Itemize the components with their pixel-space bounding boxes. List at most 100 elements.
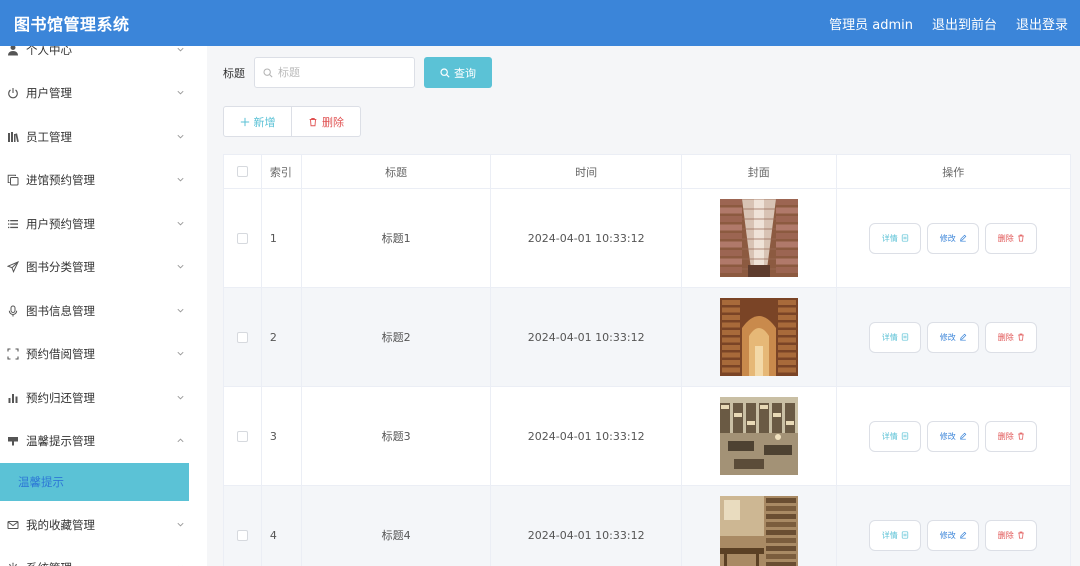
- query-button-label: 查询: [454, 66, 476, 80]
- row-delete-button-label: 删除: [997, 431, 1014, 441]
- search-icon: [440, 67, 450, 78]
- edit-button-label: 修改: [939, 530, 956, 540]
- row-checkbox[interactable]: [236, 529, 248, 541]
- row-title: 标题2: [302, 288, 492, 386]
- sidebar: 个人中心 用户管理员工管理进馆预约管理 用户预约管理图书分类管理图书信息管理预约借阅…: [0, 46, 207, 566]
- trash-icon: [1017, 531, 1024, 539]
- chevron-down-icon: [176, 393, 186, 403]
- edit-icon: [959, 432, 967, 440]
- add-button[interactable]: 新增: [223, 106, 292, 137]
- cover-image: [719, 397, 798, 475]
- sidebar-item-5[interactable]: 图书分类管理: [0, 246, 207, 290]
- sidebar-item-label: 系统管理: [26, 560, 72, 566]
- row-time: 2024-04-01 10:33:12: [491, 189, 682, 287]
- row-checkbox-cell: [224, 189, 262, 287]
- edit-button[interactable]: 修改: [927, 222, 980, 254]
- sidebar-item-4[interactable]: 用户预约管理: [0, 202, 207, 246]
- column-header-cover: 封面: [682, 155, 837, 188]
- row-cover-cell: [682, 387, 837, 485]
- table-row: 4 标题4 2024-04-01 10:33:12 详情 修改 删除: [224, 486, 1070, 566]
- chevron-down-icon: [176, 88, 186, 98]
- sidebar-item-7[interactable]: 预约借阅管理: [0, 333, 207, 377]
- edit-button[interactable]: 修改: [927, 420, 980, 452]
- app-title: 图书馆管理系统: [14, 15, 130, 34]
- sidebar-item-label: 员工管理: [26, 129, 72, 144]
- batch-delete-button-label: 删除: [322, 115, 344, 129]
- chevron-down-icon: [176, 349, 186, 359]
- power-icon: [6, 86, 20, 100]
- detail-button[interactable]: 详情: [869, 222, 922, 254]
- row-delete-button-label: 删除: [997, 233, 1014, 243]
- row-delete-button[interactable]: 删除: [985, 420, 1038, 452]
- sidebar-item-label: 图书信息管理: [26, 303, 95, 318]
- row-checkbox[interactable]: [236, 331, 248, 343]
- detail-button[interactable]: 详情: [869, 519, 922, 551]
- sidebar-item-3[interactable]: 进馆预约管理: [0, 159, 207, 203]
- edit-button[interactable]: 修改: [927, 321, 980, 353]
- query-button[interactable]: 查询: [424, 57, 492, 88]
- edit-button-label: 修改: [939, 431, 956, 441]
- logout-link[interactable]: 退出登录: [1016, 14, 1068, 33]
- sidebar-item-6[interactable]: 图书信息管理: [0, 289, 207, 333]
- top-header: 图书馆管理系统 管理员 admin 退出到前台 退出登录: [0, 0, 1080, 46]
- detail-button-label: 详情: [881, 431, 898, 441]
- row-index: 3: [262, 387, 302, 485]
- detail-button[interactable]: 详情: [869, 321, 922, 353]
- row-delete-button-label: 删除: [997, 332, 1014, 342]
- batch-delete-button[interactable]: 删除: [292, 106, 361, 137]
- row-delete-button[interactable]: 删除: [985, 222, 1038, 254]
- row-checkbox-cell: [224, 486, 262, 566]
- search-input[interactable]: [278, 66, 398, 79]
- document-icon: [901, 531, 908, 539]
- edit-button[interactable]: 修改: [927, 519, 980, 551]
- detail-button[interactable]: 详情: [869, 420, 922, 452]
- sidebar-item-0[interactable]: 个人中心: [0, 46, 207, 72]
- row-actions: 详情 修改 删除: [837, 486, 1070, 566]
- trash-icon: [1017, 432, 1024, 440]
- edit-icon: [959, 531, 967, 539]
- data-table: 索引 标题 时间 封面 操作 1 标题1 2024-04-01 10:33:12 详情…: [223, 154, 1071, 566]
- chevron-down-icon: [176, 132, 186, 142]
- sidebar-subitem-active[interactable]: 温馨提示: [0, 463, 189, 501]
- row-delete-button-label: 删除: [997, 530, 1014, 540]
- table-body: 1 标题1 2024-04-01 10:33:12 详情 修改 删除 2 标题2 2024-04…: [224, 189, 1070, 566]
- row-delete-button[interactable]: 删除: [985, 519, 1038, 551]
- header-checkbox-cell: [224, 155, 262, 188]
- sidebar-item-9[interactable]: 温馨提示管理: [0, 420, 207, 464]
- detail-button-label: 详情: [881, 332, 898, 342]
- column-header-time: 时间: [491, 155, 682, 188]
- column-header-title: 标题: [302, 155, 492, 188]
- sidebar-item-10[interactable]: 我的收藏管理: [0, 503, 207, 547]
- detail-button-label: 详情: [881, 233, 898, 243]
- microphone-icon: [6, 304, 20, 318]
- sidebar-item-11[interactable]: 系统管理: [0, 547, 207, 566]
- document-icon: [901, 432, 908, 440]
- row-checkbox[interactable]: [236, 232, 248, 244]
- row-time: 2024-04-01 10:33:12: [491, 288, 682, 386]
- sidebar-item-label: 我的收藏管理: [26, 517, 95, 532]
- edit-icon: [959, 234, 967, 242]
- row-actions: 详情 修改 删除: [837, 189, 1070, 287]
- row-checkbox[interactable]: [236, 430, 248, 442]
- sidebar-item-label: 用户预约管理: [26, 216, 95, 231]
- cover-image: [719, 496, 798, 566]
- chevron-down-icon: [176, 219, 186, 229]
- row-delete-button[interactable]: 删除: [985, 321, 1038, 353]
- person-icon: [6, 46, 20, 57]
- exit-to-front-link[interactable]: 退出到前台: [932, 14, 997, 33]
- chevron-down-icon: [176, 306, 186, 316]
- row-title: 标题4: [302, 486, 492, 566]
- sidebar-item-1[interactable]: 用户管理: [0, 72, 207, 116]
- sidebar-item-8[interactable]: 预约归还管理: [0, 376, 207, 420]
- select-all-checkbox[interactable]: [236, 166, 248, 177]
- edit-button-label: 修改: [939, 233, 956, 243]
- row-time: 2024-04-01 10:33:12: [491, 486, 682, 566]
- detail-button-label: 详情: [881, 530, 898, 540]
- sidebar-item-2[interactable]: 员工管理: [0, 115, 207, 159]
- row-cover-cell: [682, 486, 837, 566]
- trash-icon: [1017, 333, 1024, 341]
- search-box[interactable]: [254, 57, 415, 88]
- sidebar-item-label: 进馆预约管理: [26, 173, 95, 188]
- row-title: 标题1: [302, 189, 492, 287]
- chevron-up-icon: [176, 436, 186, 446]
